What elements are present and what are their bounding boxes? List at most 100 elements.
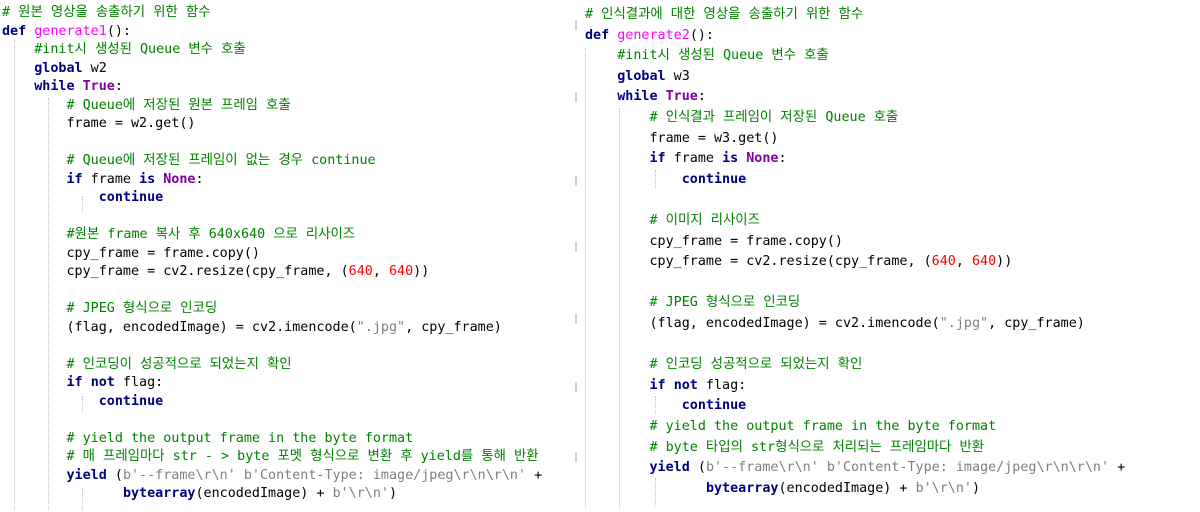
left-code-panel[interactable]: # 원본 영상을 송출하기 위한 함수 def generate1(): #ini…: [0, 0, 583, 512]
right-code-line[interactable]: #init시 생성된 Queue 변수 호출: [585, 47, 828, 65]
code-token: frame = w3.get(): [585, 130, 779, 146]
left-code-line[interactable]: frame = w2.get(): [2, 115, 195, 133]
code-token: 640: [388, 264, 414, 279]
left-code-line[interactable]: yield (b'--frame\r\n' b'Content-Type: im…: [2, 467, 543, 485]
editor-gutter-marker: [575, 20, 577, 30]
left-code-line[interactable]: # Queue에 저장된 프레임이 없는 경우 continue: [2, 152, 376, 170]
right-code-line[interactable]: # 인식결과에 대한 영상을 송출하기 위한 함수: [585, 6, 863, 24]
left-code-line[interactable]: while True:: [2, 78, 123, 96]
right-code-line[interactable]: cpy_frame = cv2.resize(cpy_frame, (640, …: [585, 253, 1012, 271]
code-token: flag:: [114, 375, 164, 390]
left-code-line[interactable]: # 인코딩이 성공적으로 되었는지 확인: [2, 356, 291, 374]
right-code-line[interactable]: if frame is None:: [585, 150, 787, 168]
left-code-line[interactable]: if not flag:: [2, 374, 164, 392]
right-code-line[interactable]: global w3: [585, 68, 690, 86]
left-code-line[interactable]: cpy_frame = frame.copy(): [2, 245, 260, 263]
code-token: # Queue에 저장된 프레임이 없는 경우 continue: [2, 153, 376, 168]
code-token: :: [697, 89, 706, 105]
code-token: (: [106, 467, 123, 483]
code-token: continue: [98, 393, 164, 409]
right-code-line[interactable]: continue: [585, 397, 747, 415]
code-token: #원본 frame 복사 후 640x640 으로 리사이즈: [2, 227, 356, 242]
right-code-line[interactable]: (flag, encodedImage) = cv2.imencode(".jp…: [585, 315, 1084, 333]
right-code-line[interactable]: # JPEG 형식으로 인코딩: [585, 294, 800, 312]
right-code-line[interactable]: # yield the output frame in the byte for…: [585, 418, 996, 436]
code-token: if: [66, 375, 83, 390]
code-token: (: [689, 460, 706, 476]
left-code-line[interactable]: bytearray(encodedImage) + b'\r\n'): [2, 485, 397, 503]
code-token: (encodedImage) +: [778, 480, 916, 496]
left-code-line[interactable]: # Queue에 저장된 원본 프레임 호출: [2, 97, 291, 115]
left-code-line[interactable]: continue: [2, 189, 164, 207]
right-code-line[interactable]: def generate2():: [585, 27, 714, 45]
code-token: ,: [955, 254, 972, 270]
code-token: cpy_frame = cv2.resize(cpy_frame, (: [2, 264, 349, 279]
code-token: # 원본 영상을 송출하기 위한 함수: [2, 5, 211, 20]
code-token: True: [665, 89, 698, 105]
right-code-line[interactable]: # 이미지 리사이즈: [585, 212, 760, 230]
code-token: # Queue에 저장된 원본 프레임 호출: [2, 97, 291, 113]
right-code-line[interactable]: yield (b'--frame\r\n' b'Content-Type: im…: [585, 459, 1126, 477]
left-code-line[interactable]: continue: [2, 393, 164, 411]
code-token: )): [413, 264, 430, 279]
code-token: 640: [971, 254, 997, 270]
code-token: continue: [98, 190, 164, 205]
code-token: b'\r\n': [915, 480, 972, 496]
right-code-line[interactable]: # 인식결과 프레임이 저장된 Queue 호출: [585, 109, 898, 127]
left-code-line[interactable]: # 원본 영상을 송출하기 위한 함수: [2, 4, 211, 22]
right-code-line[interactable]: cpy_frame = frame.copy(): [585, 233, 843, 251]
right-code-line[interactable]: while True:: [585, 88, 706, 106]
code-token: ): [389, 486, 398, 501]
left-code-line[interactable]: cpy_frame = cv2.resize(cpy_frame, (640, …: [2, 263, 429, 281]
code-token: cpy_frame = cv2.resize(cpy_frame, (: [585, 254, 932, 270]
code-token: not: [673, 377, 698, 393]
code-token: if: [66, 171, 83, 187]
right-code-line[interactable]: continue: [585, 171, 747, 189]
code-token: ".jpg": [356, 319, 406, 335]
code-token: # 매 프레임마다 str - > byte 포멧 형식으로 변환 후 yiel…: [2, 449, 539, 464]
left-code-line[interactable]: # 매 프레임마다 str - > byte 포멧 형식으로 변환 후 yiel…: [2, 448, 539, 466]
left-code-line[interactable]: #원본 frame 복사 후 640x640 으로 리사이즈: [2, 226, 355, 244]
left-code-line[interactable]: # yield the output frame in the byte for…: [2, 430, 413, 448]
right-code-line[interactable]: if not flag:: [585, 377, 747, 395]
left-code-line[interactable]: # JPEG 형식으로 인코딩: [2, 300, 217, 318]
right-code-line[interactable]: frame = w3.get(): [585, 130, 778, 148]
code-token: :: [114, 79, 123, 94]
right-code-panel[interactable]: # 인식결과에 대한 영상을 송출하기 위한 함수 def generate2()…: [583, 0, 1200, 512]
code-token: global: [617, 68, 666, 84]
code-token: (flag, encodedImage) = cv2.imencode(: [585, 316, 940, 331]
right-code-line[interactable]: bytearray(encodedImage) + b'\r\n'): [585, 480, 980, 498]
left-code-line[interactable]: def generate1():: [2, 23, 131, 41]
left-code-line[interactable]: if frame is None:: [2, 171, 204, 189]
code-token: +: [1109, 460, 1126, 476]
code-token: ".jpg": [939, 316, 989, 331]
editor-gutter-marker: [575, 382, 577, 392]
code-token: 640: [348, 264, 373, 279]
left-code-line[interactable]: global w2: [2, 60, 107, 78]
code-token: b'--frame\r\n' b'Content-Type: image/jpe…: [705, 460, 1110, 476]
code-token: w2: [82, 60, 107, 76]
code-token: generate1: [34, 23, 107, 39]
right-code-line[interactable]: # byte 타입의 str형식으로 처리되는 프레임마다 반환: [585, 439, 984, 457]
code-token: continue: [681, 398, 747, 414]
left-code-line[interactable]: #init시 생성된 Queue 변수 호출: [2, 41, 245, 59]
code-token: ():: [689, 27, 714, 43]
code-token: # yield the output frame in the byte for…: [585, 419, 997, 434]
code-token: ,: [372, 264, 389, 279]
code-token: (flag, encodedImage) = cv2.imencode(: [2, 319, 357, 335]
code-token: # 이미지 리사이즈: [585, 213, 760, 228]
right-code-line[interactable]: # 인코딩 성공적으로 되었는지 확인: [585, 356, 862, 374]
left-code-line[interactable]: (flag, encodedImage) = cv2.imencode(".jp…: [2, 319, 501, 337]
